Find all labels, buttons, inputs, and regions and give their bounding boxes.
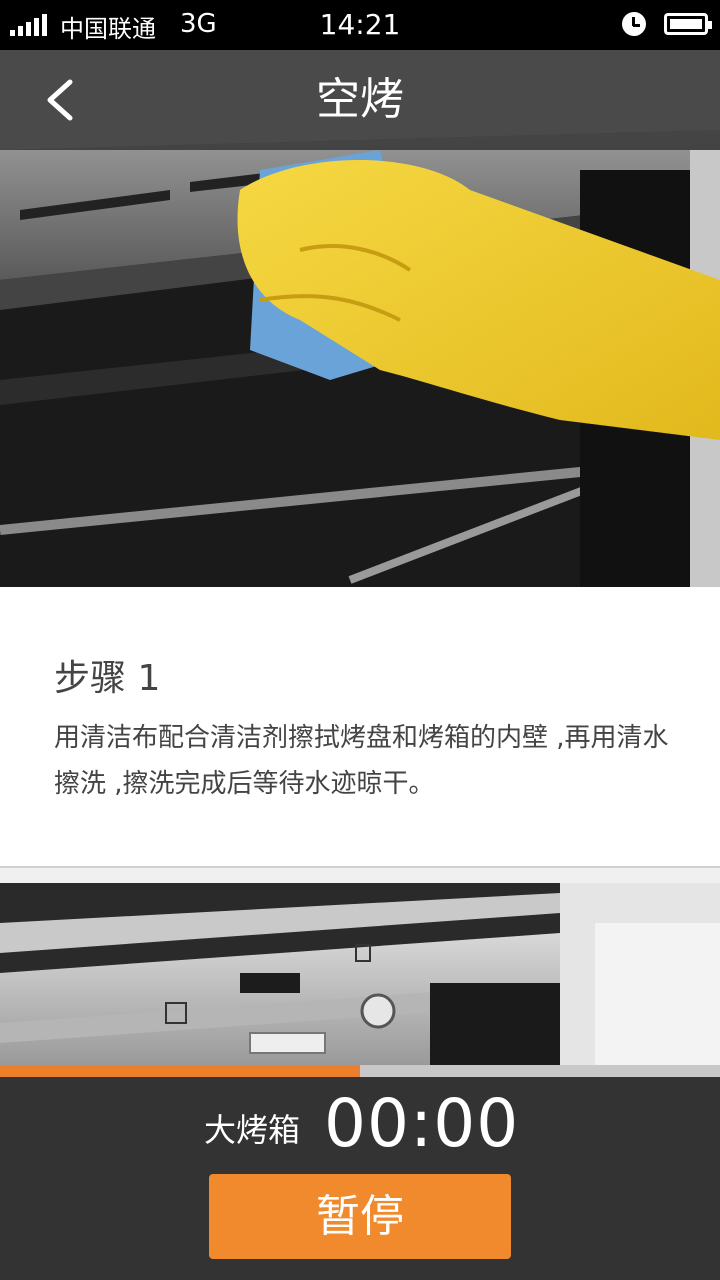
- status-bar: 中国联通 3G 14:21: [0, 0, 720, 50]
- pause-button[interactable]: 暂停: [209, 1174, 511, 1259]
- step-section: 步骤 1 用清洁布配合清洁剂擦拭烤盘和烤箱的内壁 ,再用清水擦洗 ,擦洗完成后等…: [0, 587, 720, 867]
- progress-bar: [0, 1065, 720, 1077]
- countdown-timer: 00:00: [324, 1085, 520, 1162]
- device-label: 大烤箱: [204, 1111, 301, 1149]
- step-description: 用清洁布配合清洁剂擦拭烤盘和烤箱的内壁 ,再用清水擦洗 ,擦洗完成后等待水迹晾干…: [54, 723, 669, 799]
- alarm-icon: [622, 12, 646, 36]
- progress-fill: [0, 1065, 360, 1077]
- status-time: 14:21: [319, 8, 401, 41]
- battery-icon: [664, 13, 712, 35]
- title-bar: 空烤: [0, 50, 720, 150]
- control-panel: 大烤箱 00:00 暂停: [0, 1077, 720, 1280]
- page-title: 空烤: [316, 74, 404, 125]
- step-title: 步骤 1: [54, 658, 161, 699]
- next-step-image[interactable]: [0, 883, 720, 1065]
- back-button[interactable]: [30, 70, 90, 130]
- section-gap: [0, 868, 720, 883]
- chevron-left-icon: [47, 79, 73, 121]
